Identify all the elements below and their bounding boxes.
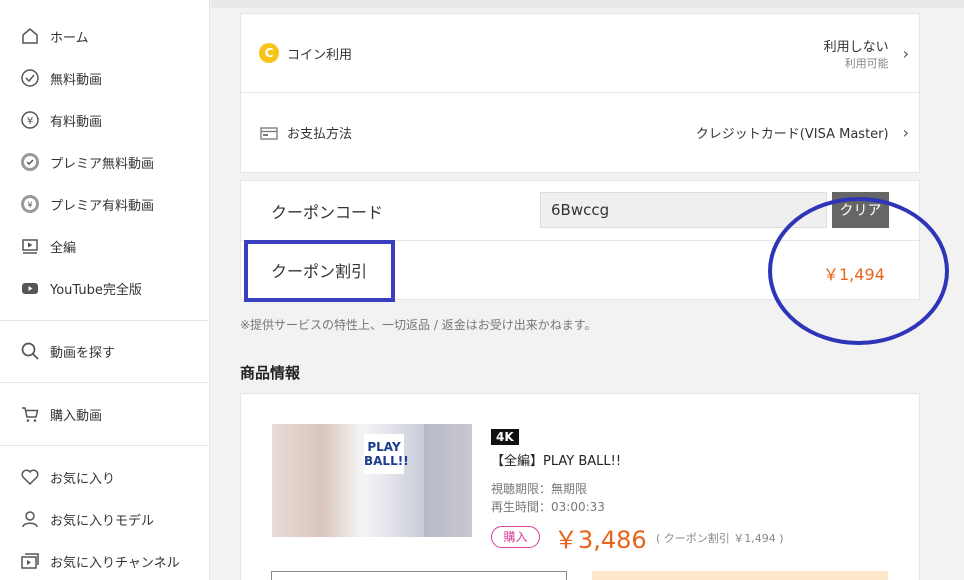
- coupon-discount-note: ( クーポン割引 ￥1,494 ): [656, 532, 784, 545]
- product-thumbnail[interactable]: PLAY BALL!!: [272, 424, 472, 537]
- product-price: ￥3,486: [554, 526, 647, 554]
- search-icon: [20, 341, 40, 361]
- thumbnail-title: PLAY BALL!!: [364, 434, 409, 474]
- svg-text:¥: ¥: [27, 116, 33, 127]
- home-icon: [20, 26, 40, 46]
- coin-sub: 利用可能: [844, 56, 889, 70]
- heart-icon: [20, 467, 40, 487]
- sidebar-item-premium-paid[interactable]: ¥ プレミア有料動画: [0, 183, 209, 225]
- sidebar-item-home[interactable]: ホーム: [0, 15, 209, 57]
- sidebar-item-paid[interactable]: ¥ 有料動画: [0, 99, 209, 141]
- sidebar-item-label: お気に入り: [50, 471, 116, 487]
- sidebar-item-label: 有料動画: [50, 114, 103, 130]
- coin-row[interactable]: C コイン利用 利用しない 利用可能 ›: [241, 14, 919, 93]
- coupon-code-input[interactable]: 6Bwccg: [540, 192, 827, 228]
- coin-label: コイン利用: [287, 47, 353, 63]
- sidebar-item-favorites[interactable]: お気に入り: [0, 456, 209, 498]
- sidebar-item-youtube[interactable]: YouTube完全版: [0, 267, 209, 309]
- svg-text:¥: ¥: [27, 201, 32, 210]
- channel-icon: [20, 551, 40, 571]
- chevron-right-icon: ›: [902, 43, 909, 63]
- chevron-right-icon: ›: [902, 123, 909, 142]
- credit-card-icon: [259, 123, 279, 143]
- section-title: 商品情報: [240, 364, 301, 382]
- sidebar-item-search[interactable]: 動画を探す: [0, 330, 209, 372]
- refund-note: ※提供サービスの特性上、一切返品 / 返金はお受け出来かねます。: [240, 318, 597, 332]
- yen-circle-icon: ¥: [20, 110, 40, 130]
- premium-yen-icon: ¥: [20, 194, 40, 214]
- sidebar-item-label: プレミア無料動画: [50, 156, 155, 172]
- sidebar-item-label: ホーム: [50, 30, 89, 46]
- cart-icon: [20, 404, 40, 424]
- coin-icon: C: [259, 43, 279, 63]
- bottom-right-button[interactable]: [592, 571, 888, 580]
- play-duration: 再生時間：03:00:33: [491, 500, 605, 514]
- purchase-badge: 購入: [491, 526, 540, 548]
- thumbnail-overlay: [424, 424, 472, 537]
- payment-method-label: お支払方法: [287, 127, 353, 142]
- payment-method-value: クレジットカード(VISA Master): [695, 127, 889, 142]
- sidebar-item-purchased[interactable]: 購入動画: [0, 393, 209, 435]
- product-title[interactable]: 【全編】PLAY BALL!!: [491, 450, 621, 469]
- viewing-period: 視聴期限：無期限: [491, 482, 588, 496]
- youtube-icon: [20, 278, 40, 298]
- 4k-badge: 4K: [491, 429, 519, 445]
- payment-card: C コイン利用 利用しない 利用可能 › お支払方法 クレジットカード(VISA…: [240, 13, 920, 173]
- sidebar-item-label: YouTube完全版: [50, 282, 142, 298]
- coupon-code-label: クーポンコード: [271, 203, 384, 222]
- sidebar-item-label: お気に入りモデル: [50, 513, 155, 529]
- sidebar-item-premium-free[interactable]: プレミア無料動画: [0, 141, 209, 183]
- sidebar-item-favorite-channels[interactable]: お気に入りチャンネル: [0, 540, 209, 580]
- video-play-icon: [20, 236, 40, 256]
- sidebar-item-label: 無料動画: [50, 72, 103, 88]
- sidebar: ホーム 無料動画 ¥ 有料動画 プレミア無料動画 ¥ プレミア有料動画 全編 Y…: [0, 0, 210, 580]
- check-circle-icon: [20, 68, 40, 88]
- sidebar-item-label: 動画を探す: [50, 345, 116, 361]
- sidebar-item-full[interactable]: 全編: [0, 225, 209, 267]
- coin-value: 利用しない: [823, 39, 889, 55]
- sidebar-item-label: プレミア有料動画: [50, 198, 155, 214]
- highlight-ellipse: [768, 197, 949, 345]
- sidebar-item-free[interactable]: 無料動画: [0, 57, 209, 99]
- top-divider: [211, 0, 964, 8]
- bottom-left-button[interactable]: [271, 571, 567, 580]
- coupon-discount-label: クーポン割引: [271, 262, 368, 281]
- premium-check-icon: [20, 152, 40, 172]
- sidebar-item-label: 購入動画: [50, 408, 103, 424]
- payment-method-row[interactable]: お支払方法 クレジットカード(VISA Master) ›: [241, 93, 919, 172]
- sidebar-item-label: お気に入りチャンネル: [50, 555, 180, 571]
- sidebar-item-favorite-models[interactable]: お気に入りモデル: [0, 498, 209, 540]
- model-icon: [20, 509, 40, 529]
- sidebar-item-label: 全編: [50, 240, 77, 256]
